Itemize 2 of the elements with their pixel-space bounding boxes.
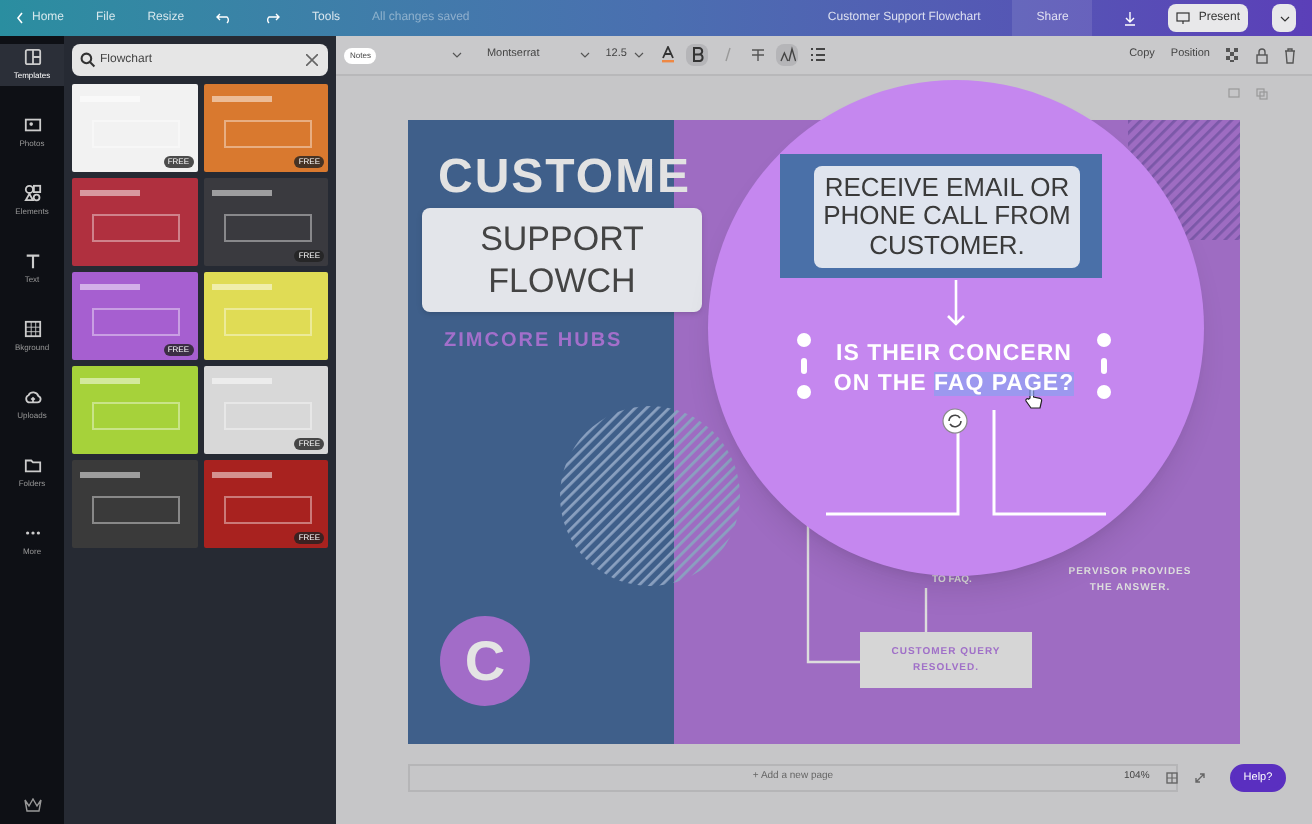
step-text: RECEIVE EMAIL OR PHONE CALL FROM CUSTOMER. bbox=[814, 166, 1080, 268]
title-tooltip: SUPPORT FLOWCH bbox=[422, 208, 702, 312]
